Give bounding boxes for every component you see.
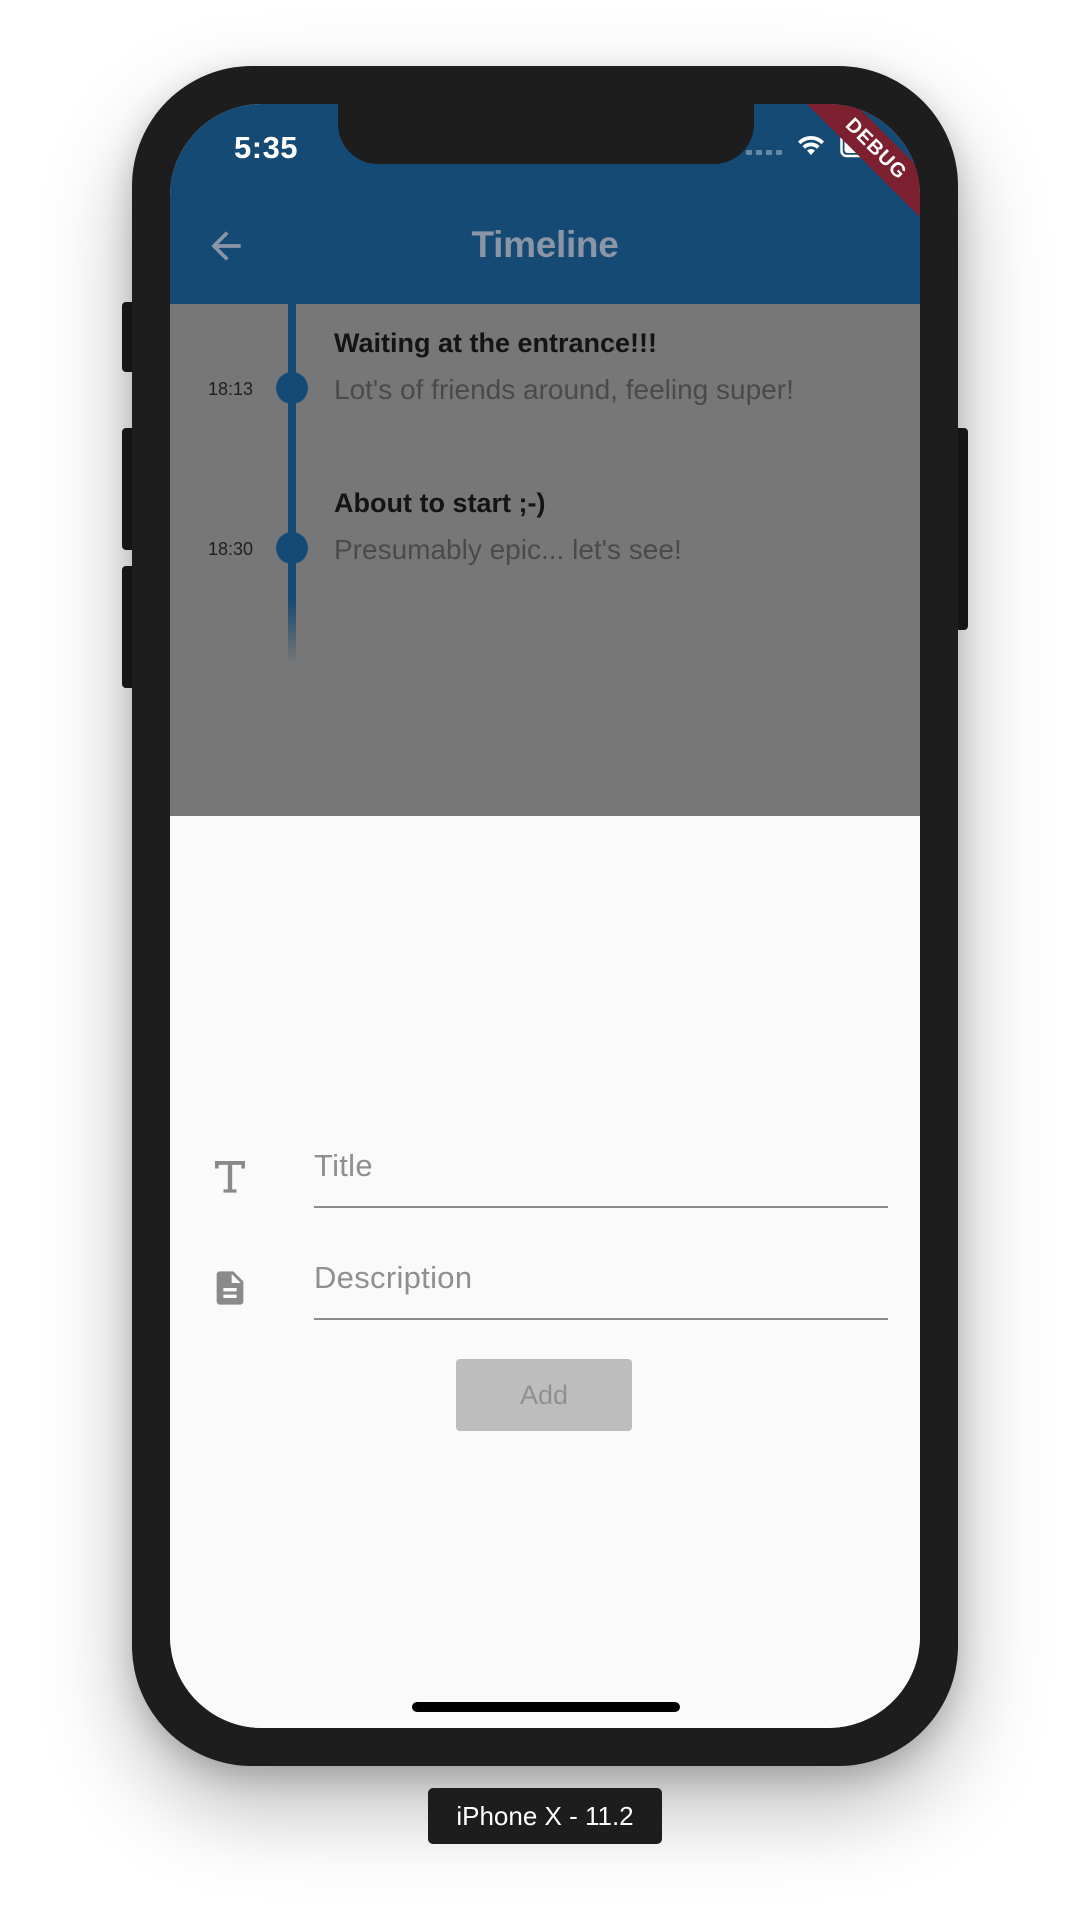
add-button[interactable]: Add bbox=[456, 1359, 632, 1431]
timeline-dot bbox=[276, 532, 308, 564]
home-indicator[interactable] bbox=[412, 1702, 680, 1712]
wifi-icon bbox=[798, 135, 824, 155]
text-fields-icon bbox=[215, 1161, 245, 1193]
title-field[interactable] bbox=[314, 1130, 888, 1208]
page-title: Timeline bbox=[471, 224, 619, 265]
notch bbox=[338, 104, 754, 164]
timeline-list: Waiting at the entrance!!! 18:13 Lot's o… bbox=[170, 304, 920, 816]
timeline-item-time: 18:30 bbox=[207, 539, 253, 559]
timeline-item-description: Presumably epic... let's see! bbox=[334, 534, 682, 565]
timeline-dot bbox=[276, 372, 308, 404]
description-input[interactable] bbox=[314, 1242, 888, 1314]
add-event-sheet: Add bbox=[170, 816, 920, 1728]
timeline-item-description: Lot's of friends around, feeling super! bbox=[334, 374, 794, 405]
description-icon bbox=[216, 1271, 244, 1305]
status-time: 5:35 bbox=[234, 130, 299, 165]
phone-screen: 5:35 Timeline DEBUG Waiting at the entra… bbox=[170, 104, 920, 1728]
timeline-item-time: 18:13 bbox=[207, 379, 253, 399]
device-label: iPhone X - 11.2 bbox=[428, 1788, 662, 1844]
timeline-item-title: About to start ;-) bbox=[334, 488, 546, 518]
simulator-stage: 5:35 Timeline DEBUG Waiting at the entra… bbox=[0, 0, 1090, 1928]
timeline-line bbox=[288, 304, 296, 664]
description-field[interactable] bbox=[314, 1242, 888, 1320]
title-input[interactable] bbox=[314, 1130, 888, 1202]
timeline-item-title: Waiting at the entrance!!! bbox=[334, 328, 658, 358]
